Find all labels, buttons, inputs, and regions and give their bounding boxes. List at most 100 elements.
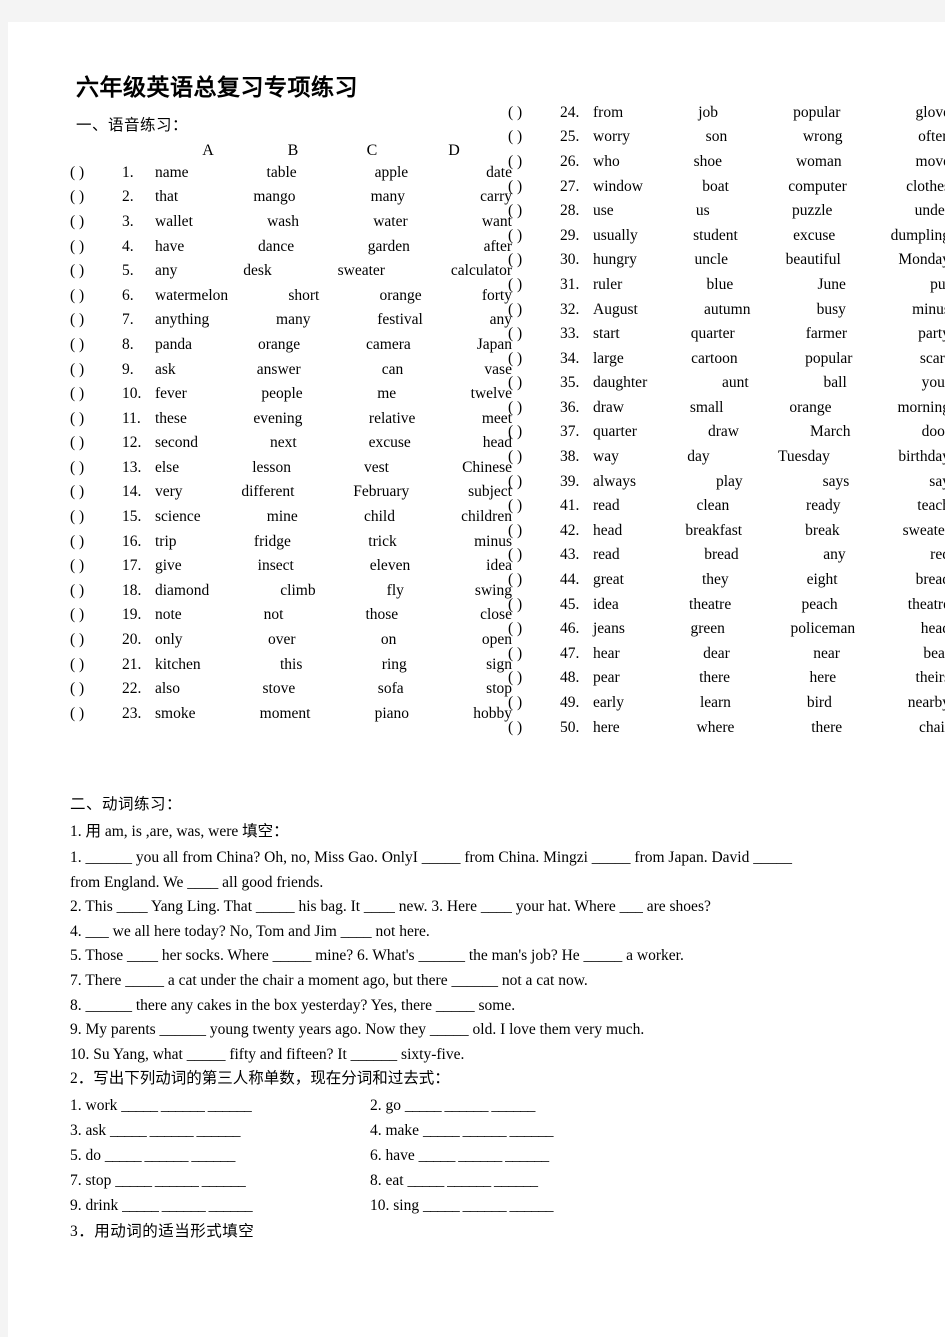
- option-b[interactable]: fridge: [251, 533, 294, 551]
- option-b[interactable]: stove: [260, 680, 299, 698]
- option-b[interactable]: next: [267, 434, 300, 452]
- option-a[interactable]: ruler: [590, 276, 625, 294]
- answer-parenthesis[interactable]: ( ): [508, 423, 560, 441]
- answer-parenthesis[interactable]: ( ): [70, 361, 122, 379]
- option-a[interactable]: watermelon: [152, 287, 231, 305]
- option-c[interactable]: sweater: [335, 262, 388, 280]
- phonetics-question-row[interactable]: ( ) 10. fever people me twelve: [70, 385, 515, 410]
- answer-parenthesis[interactable]: ( ): [508, 571, 560, 589]
- option-b[interactable]: different: [238, 483, 297, 501]
- phonetics-question-row[interactable]: ( )37. quarter draw March door: [508, 423, 945, 448]
- option-b[interactable]: aunt: [719, 374, 752, 392]
- verb-answer-blanks[interactable]: _____ ______ ______: [419, 1147, 550, 1164]
- phonetics-question-row[interactable]: ( )24. from job popular glove: [508, 104, 945, 129]
- option-b[interactable]: lesson: [249, 459, 294, 477]
- answer-parenthesis[interactable]: ( ): [70, 582, 122, 600]
- option-b[interactable]: short: [285, 287, 322, 305]
- option-d[interactable]: move: [913, 153, 945, 171]
- option-b[interactable]: student: [690, 227, 741, 245]
- option-b[interactable]: there: [696, 669, 733, 687]
- option-c[interactable]: June: [814, 276, 848, 294]
- option-b[interactable]: climb: [277, 582, 318, 600]
- answer-parenthesis[interactable]: ( ): [70, 385, 122, 403]
- option-a[interactable]: trip: [152, 533, 180, 551]
- verb-conjugation-item[interactable]: 8. eat _____ ______ ______: [370, 1168, 921, 1193]
- phonetics-question-row[interactable]: ( )44. great they eight bread: [508, 571, 945, 596]
- option-b[interactable]: cartoon: [688, 350, 740, 368]
- phonetics-question-row[interactable]: ( )39. always play says say: [508, 473, 945, 498]
- verb-conjugation-item[interactable]: 6. have _____ ______ ______: [370, 1143, 921, 1168]
- option-b[interactable]: green: [687, 620, 727, 638]
- option-b[interactable]: shoe: [691, 153, 725, 171]
- answer-parenthesis[interactable]: ( ): [70, 188, 122, 206]
- option-b[interactable]: uncle: [692, 251, 732, 269]
- option-a[interactable]: wallet: [152, 213, 196, 231]
- option-c[interactable]: popular: [802, 350, 855, 368]
- option-a[interactable]: fever: [152, 385, 190, 403]
- option-c[interactable]: ring: [379, 656, 410, 674]
- option-a[interactable]: these: [152, 410, 190, 428]
- option-c[interactable]: trick: [365, 533, 399, 551]
- option-c[interactable]: wrong: [800, 128, 846, 146]
- option-a[interactable]: very: [152, 483, 186, 501]
- option-a[interactable]: who: [590, 153, 623, 171]
- phonetics-question-row[interactable]: ( )48. pear there here theirs: [508, 669, 945, 694]
- option-d[interactable]: dumpling: [888, 227, 945, 245]
- verb-answer-blanks[interactable]: _____ ______ ______: [105, 1147, 236, 1164]
- answer-parenthesis[interactable]: ( ): [508, 276, 560, 294]
- verb-conjugation-item[interactable]: 3. ask _____ ______ ______: [70, 1118, 370, 1143]
- option-c[interactable]: festival: [374, 311, 426, 329]
- option-d[interactable]: bear: [920, 645, 945, 663]
- verb-conjugation-item[interactable]: 5. do _____ ______ ______: [70, 1143, 370, 1168]
- option-b[interactable]: they: [699, 571, 732, 589]
- option-b[interactable]: mine: [264, 508, 301, 526]
- option-a[interactable]: name: [152, 164, 192, 182]
- option-c[interactable]: eleven: [367, 557, 413, 575]
- option-b[interactable]: where: [694, 719, 738, 737]
- answer-parenthesis[interactable]: ( ): [508, 620, 560, 638]
- option-c[interactable]: excuse: [366, 434, 414, 452]
- answer-parenthesis[interactable]: ( ): [508, 497, 560, 515]
- option-c[interactable]: excuse: [790, 227, 838, 245]
- answer-parenthesis[interactable]: ( ): [508, 719, 560, 737]
- option-c[interactable]: garden: [365, 238, 413, 256]
- phonetics-question-row[interactable]: ( ) 13. else lesson vest Chinese: [70, 459, 515, 484]
- option-b[interactable]: moment: [257, 705, 314, 723]
- answer-parenthesis[interactable]: ( ): [70, 680, 122, 698]
- option-b[interactable]: answer: [254, 361, 304, 379]
- answer-parenthesis[interactable]: ( ): [70, 705, 122, 723]
- option-c[interactable]: popular: [790, 104, 843, 122]
- option-d[interactable]: Chinese: [459, 459, 515, 477]
- answer-parenthesis[interactable]: ( ): [508, 104, 560, 122]
- phonetics-question-row[interactable]: ( ) 12. second next excuse head: [70, 434, 515, 459]
- option-a[interactable]: science: [152, 508, 204, 526]
- phonetics-question-row[interactable]: ( )46. jeans green policeman head: [508, 620, 945, 645]
- option-a[interactable]: quarter: [590, 423, 640, 441]
- answer-parenthesis[interactable]: ( ): [508, 473, 560, 491]
- phonetics-question-row[interactable]: ( ) 22. also stove sofa stop: [70, 680, 515, 705]
- option-b[interactable]: small: [687, 399, 727, 417]
- option-b[interactable]: theatre: [686, 596, 734, 614]
- option-a[interactable]: note: [152, 606, 185, 624]
- option-b[interactable]: draw: [705, 423, 742, 441]
- option-d[interactable]: nearby: [905, 694, 945, 712]
- option-d[interactable]: bread: [913, 571, 945, 589]
- verb-answer-blanks[interactable]: _____ ______ ______: [405, 1097, 536, 1114]
- verb-conjugation-item[interactable]: 1. work _____ ______ ______: [70, 1093, 370, 1118]
- answer-parenthesis[interactable]: ( ): [70, 533, 122, 551]
- option-d[interactable]: party: [915, 325, 945, 343]
- answer-parenthesis[interactable]: ( ): [508, 202, 560, 220]
- verb-answer-blanks[interactable]: _____ ______ ______: [122, 1197, 253, 1214]
- option-d[interactable]: under: [912, 202, 945, 220]
- option-c[interactable]: bird: [804, 694, 835, 712]
- option-a[interactable]: great: [590, 571, 627, 589]
- fill-blank-sentence[interactable]: 5. Those ____ her socks. Where _____ min…: [70, 944, 921, 969]
- answer-parenthesis[interactable]: ( ): [70, 483, 122, 501]
- option-c[interactable]: child: [361, 508, 398, 526]
- option-b[interactable]: insect: [255, 557, 297, 575]
- fill-blank-sentence[interactable]: 1. ______ you all from China? Oh, no, Mi…: [70, 846, 921, 871]
- fill-blank-sentence[interactable]: 9. My parents ______ young twenty years …: [70, 1018, 921, 1043]
- phonetics-question-row[interactable]: ( ) 5. any desk sweater calculator: [70, 262, 515, 287]
- answer-parenthesis[interactable]: ( ): [508, 374, 560, 392]
- option-a[interactable]: pear: [590, 669, 623, 687]
